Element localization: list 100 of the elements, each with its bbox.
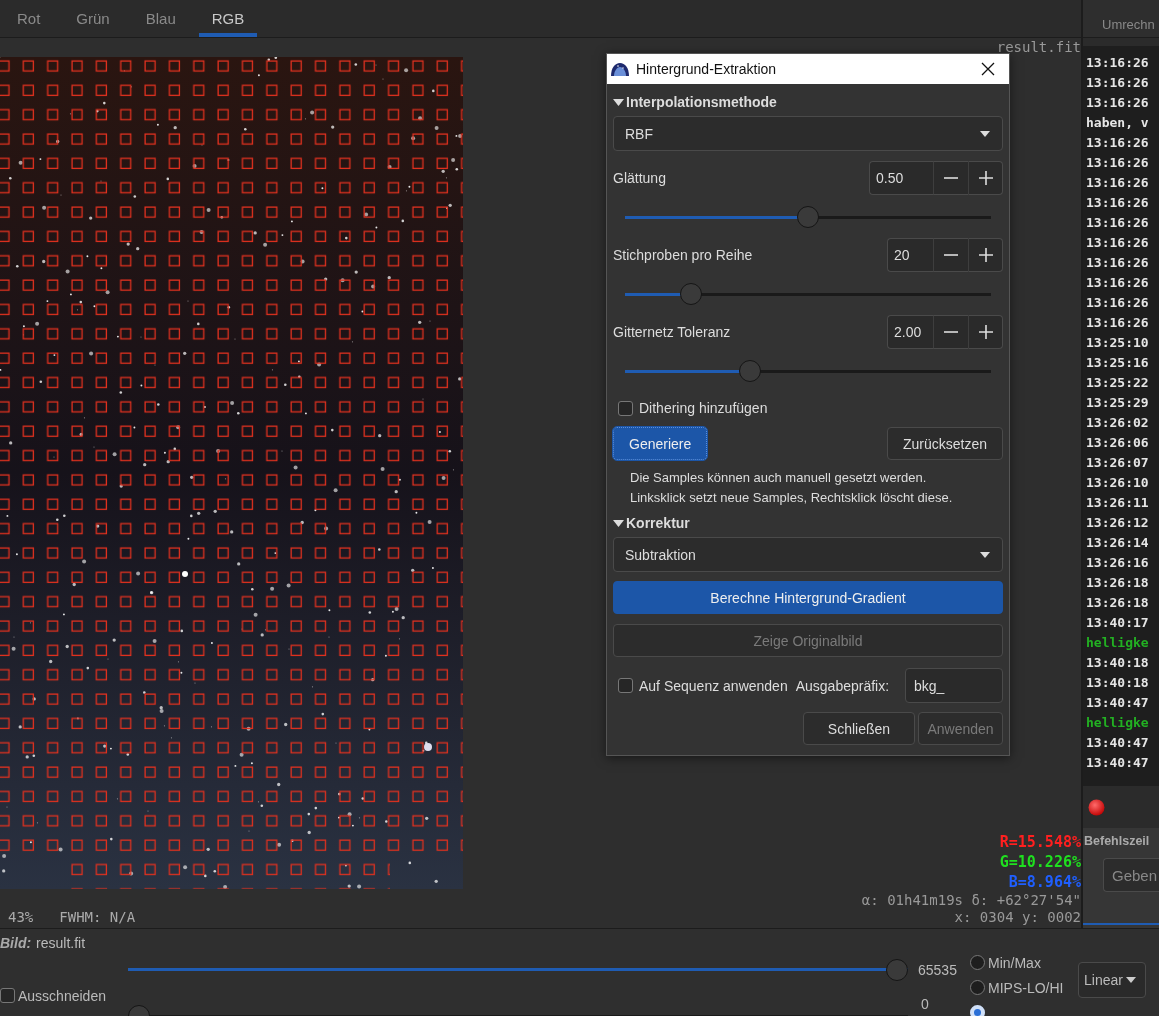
log-line: helligke xyxy=(1086,714,1150,732)
minus-icon xyxy=(944,331,958,333)
parameter-label: Gitternetz Toleranz xyxy=(613,324,731,340)
log-line: 13:16:26 xyxy=(1086,234,1150,252)
expander-icon[interactable] xyxy=(613,519,624,527)
section-title: Interpolationsmethode xyxy=(626,94,777,110)
checkbox[interactable] xyxy=(0,988,15,1003)
dialog-title: Hintergrund-Extraktion xyxy=(636,61,778,77)
log-line: 13:25:16 xyxy=(1086,354,1150,372)
number-field[interactable]: 20 xyxy=(887,238,933,272)
log-line: 13:16:26 xyxy=(1086,314,1150,332)
log-line: 13:26:18 xyxy=(1086,594,1150,612)
log-line: 13:16:26 xyxy=(1086,54,1150,72)
plus-icon xyxy=(978,325,993,339)
radio-button[interactable] xyxy=(970,980,985,995)
decrement-button[interactable] xyxy=(933,238,968,272)
increment-button[interactable] xyxy=(968,315,1003,349)
slider-thumb[interactable] xyxy=(797,206,819,228)
log-line: 13:25:10 xyxy=(1086,334,1150,352)
increment-button[interactable] xyxy=(968,238,1003,272)
caret-icon xyxy=(980,551,990,558)
log-line: 13:40:18 xyxy=(1086,654,1150,672)
log-line: 13:26:18 xyxy=(1086,574,1150,592)
checkbox-label: Ausschneiden xyxy=(18,987,106,1004)
decrement-button[interactable] xyxy=(933,161,968,195)
method-dropdown[interactable]: Subtraktion xyxy=(613,537,1003,572)
log-line: 13:16:26 xyxy=(1086,74,1150,92)
radio-label: MIPS-LO/HI xyxy=(988,979,1064,996)
hint-text: Die Samples können auch manuell gesetzt werden. Linksklick setzt neue Samples, Rechtsklick löscht diese. xyxy=(629,469,954,507)
channel-tab[interactable]: Grün xyxy=(63,0,123,37)
image-filename: result.fit xyxy=(996,39,1081,55)
method-dropdown[interactable]: RBF xyxy=(613,116,1003,151)
log-line: 13:26:14 xyxy=(1086,534,1150,552)
log-line: 13:16:26 xyxy=(1086,154,1150,172)
log-line: 13:25:22 xyxy=(1086,374,1150,392)
panel-title: Befehlszeil xyxy=(1083,834,1151,848)
log-line: 13:16:26 xyxy=(1086,214,1150,232)
channel-tab[interactable]: Rot xyxy=(4,0,54,37)
action-button[interactable]: Berechne Hintergrund-Gradient xyxy=(613,581,1003,614)
checkbox-label: Dithering hinzufügen xyxy=(639,400,768,416)
log-line: helligke xyxy=(1086,634,1150,652)
log-line: 13:16:26 xyxy=(1086,274,1150,292)
plus-icon xyxy=(978,171,993,185)
scale-dropdown[interactable]: Linear xyxy=(1078,962,1146,998)
close-icon xyxy=(981,62,995,76)
increment-button[interactable] xyxy=(968,161,1003,195)
log-line: 13:26:10 xyxy=(1086,474,1150,492)
log-line: 13:40:18 xyxy=(1086,674,1150,692)
log-line: 13:40:47 xyxy=(1086,754,1150,772)
zoom-level: 43% xyxy=(8,909,34,925)
log-line: 13:16:26 xyxy=(1086,174,1150,192)
log-line: haben, v xyxy=(1086,114,1150,132)
section-title: Korrektur xyxy=(626,515,690,531)
log-line: 13:26:11 xyxy=(1086,494,1150,512)
fwhm-value: FWHM: N/A xyxy=(59,909,136,925)
caret-icon xyxy=(1125,977,1136,983)
slider-reading: 0 xyxy=(920,996,930,1012)
checkbox[interactable] xyxy=(618,400,633,416)
prefix-field[interactable]: bkg_ xyxy=(905,668,1003,703)
log-line: 13:16:26 xyxy=(1086,194,1150,212)
minus-icon xyxy=(944,254,958,256)
log-line: 13:40:17 xyxy=(1086,614,1150,632)
pixel-value: G=10.226% xyxy=(999,852,1081,872)
log-line: 13:26:12 xyxy=(1086,514,1150,532)
slider-thumb[interactable] xyxy=(738,360,761,382)
log-line: 13:40:47 xyxy=(1086,734,1150,752)
expander-icon[interactable] xyxy=(613,98,624,106)
log-line: 13:26:06 xyxy=(1086,434,1150,452)
command-field[interactable]: Geben xyxy=(1103,858,1159,892)
checkbox-label: Auf Sequenz anwenden xyxy=(639,677,788,694)
action-button[interactable]: Generiere xyxy=(613,427,708,460)
caret-icon xyxy=(980,130,990,137)
image-label: Bild: xyxy=(0,935,32,951)
log-line: 13:26:02 xyxy=(1086,414,1150,432)
pixel-value: R=15.548% xyxy=(999,832,1081,852)
slider-thumb[interactable] xyxy=(886,958,908,981)
field-label: Ausgabepräfix: xyxy=(795,677,890,694)
log-line: 13:26:16 xyxy=(1086,554,1150,572)
plus-icon xyxy=(978,248,993,262)
action-button[interactable]: Schließen xyxy=(803,712,915,745)
record-icon[interactable] xyxy=(1088,798,1105,816)
sky-coordinates: α: 01h41m19s δ: +62°27'54" xyxy=(861,892,1081,909)
radio-button[interactable] xyxy=(970,955,985,970)
number-field[interactable]: 0.50 xyxy=(869,161,933,195)
log-line: 13:16:26 xyxy=(1086,254,1150,272)
channel-tab[interactable]: RGB xyxy=(198,0,258,37)
log-line: 13:26:07 xyxy=(1086,454,1150,472)
decrement-button[interactable] xyxy=(933,315,968,349)
slider-reading: 65535 xyxy=(917,961,958,978)
action-button[interactable]: Zurücksetzen xyxy=(886,427,1003,460)
checkbox[interactable] xyxy=(618,678,633,693)
log-line: 13:25:29 xyxy=(1086,394,1150,412)
pixel-value: B=8.964% xyxy=(1008,872,1081,892)
number-field[interactable]: 2.00 xyxy=(887,315,933,349)
app-icon xyxy=(610,61,630,77)
pixel-position: x: 0304 y: 0002 xyxy=(954,909,1081,926)
radio-label: Min/Max xyxy=(988,954,1041,971)
slider-thumb[interactable] xyxy=(680,283,703,305)
log-line: 13:16:26 xyxy=(1086,134,1150,152)
channel-tab[interactable]: Blau xyxy=(132,0,189,37)
